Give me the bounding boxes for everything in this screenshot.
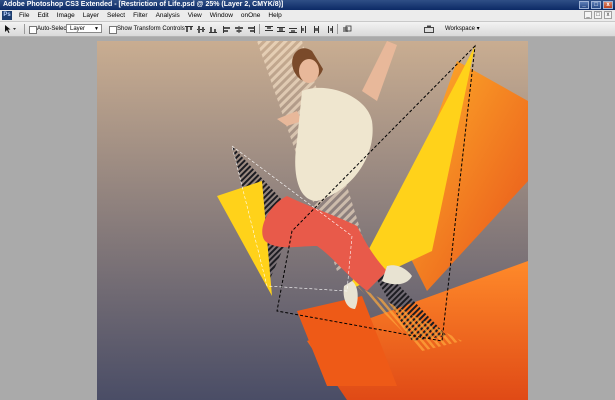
window-controls: _ □ x — [579, 1, 613, 9]
close-button[interactable]: x — [603, 1, 613, 9]
distribute-center-icon[interactable] — [312, 25, 322, 34]
document-controls: _ □ x — [584, 11, 612, 19]
auto-select-value: Layer — [70, 26, 86, 32]
align-right-icon[interactable] — [246, 25, 256, 34]
separator — [259, 24, 260, 34]
menu-window[interactable]: Window — [206, 10, 237, 21]
menu-file[interactable]: File — [15, 10, 33, 21]
distribute-left-icon[interactable] — [300, 25, 310, 34]
move-tool-icon[interactable] — [3, 24, 17, 34]
separator — [337, 24, 338, 34]
align-bottom-icon[interactable] — [208, 25, 218, 34]
align-left-icon[interactable] — [222, 25, 232, 34]
window-title: Adobe Photoshop CS3 Extended - [Restrict… — [3, 1, 284, 8]
maximize-button[interactable]: □ — [591, 1, 601, 9]
photoshop-logo-icon[interactable]: Ps — [2, 11, 12, 20]
menu-layer[interactable]: Layer — [79, 10, 103, 21]
workspace-icon[interactable] — [423, 25, 437, 34]
menu-onone[interactable]: onOne — [237, 10, 265, 21]
distribute-top-icon[interactable] — [264, 25, 274, 34]
show-transform-checkbox[interactable] — [109, 26, 117, 34]
doc-restore-button[interactable]: □ — [594, 11, 602, 19]
distribute-middle-icon[interactable] — [276, 25, 286, 34]
menu-help[interactable]: Help — [264, 10, 285, 21]
menu-select[interactable]: Select — [103, 10, 129, 21]
auto-align-layers-icon[interactable] — [342, 25, 352, 34]
menu-bar: Ps File Edit Image Layer Select Filter A… — [0, 10, 615, 22]
show-transform-label: Show Transform Controls — [117, 26, 185, 32]
menu-filter[interactable]: Filter — [129, 10, 151, 21]
menu-analysis[interactable]: Analysis — [152, 10, 184, 21]
auto-select-dropdown[interactable]: Layer ▼ — [66, 24, 102, 33]
separator — [24, 24, 25, 34]
distribute-right-icon[interactable] — [324, 25, 334, 34]
document-canvas[interactable] — [97, 41, 528, 400]
auto-select-checkbox[interactable] — [29, 26, 37, 34]
doc-minimize-button[interactable]: _ — [584, 11, 592, 19]
menu-edit[interactable]: Edit — [33, 10, 52, 21]
menu-image[interactable]: Image — [53, 10, 79, 21]
doc-close-button[interactable]: x — [604, 11, 612, 19]
menu-view[interactable]: View — [184, 10, 206, 21]
auto-select-label: Auto-Select: — [37, 26, 70, 32]
workspace-menu-button[interactable]: Workspace ▾ — [445, 24, 480, 34]
align-horizontal-center-icon[interactable] — [234, 25, 244, 34]
face — [299, 59, 319, 83]
options-bar: Auto-Select: Layer ▼ Show Transform Cont… — [0, 22, 615, 37]
distribute-bottom-icon[interactable] — [288, 25, 298, 34]
align-vertical-center-icon[interactable] — [196, 25, 206, 34]
align-top-icon[interactable] — [184, 25, 194, 34]
title-bar: Adobe Photoshop CS3 Extended - [Restrict… — [0, 0, 615, 10]
minimize-button[interactable]: _ — [579, 1, 589, 9]
chevron-down-icon: ▼ — [94, 26, 99, 32]
